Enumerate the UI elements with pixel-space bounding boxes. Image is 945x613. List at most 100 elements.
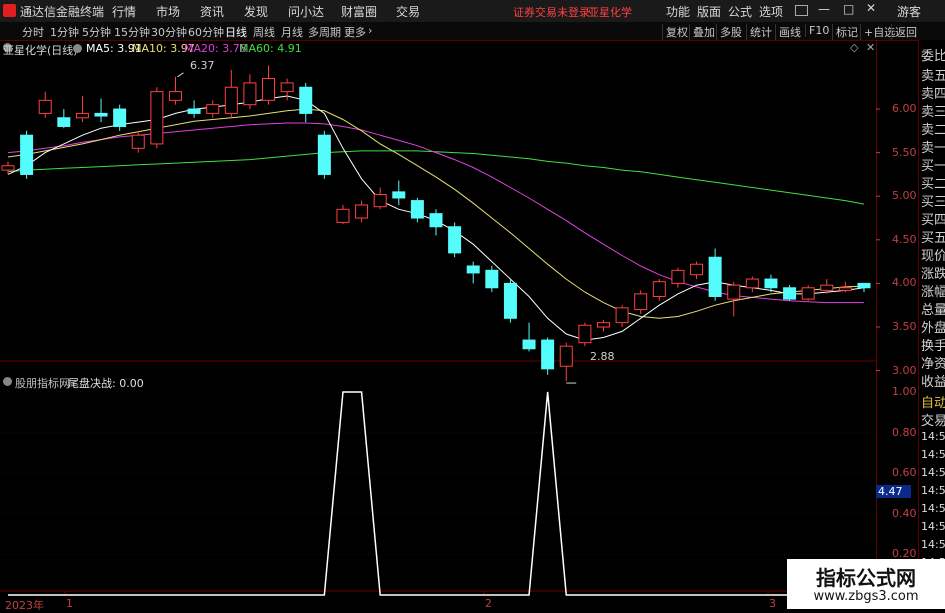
y-tick-label: 3.50 [892, 320, 917, 333]
tab-daily[interactable]: 日线 [225, 24, 247, 40]
tab-1min[interactable]: 1分钟 [50, 24, 79, 40]
current-price-tag: 4.47 [876, 485, 911, 498]
side-item-price: 现价 [921, 249, 945, 264]
menu-item-ask[interactable]: 问小达 [288, 3, 324, 20]
restore-rights-button[interactable]: 复权 [662, 24, 688, 40]
menu-item-news[interactable]: 资讯 [200, 3, 224, 20]
tick-time: 14:56 [921, 484, 945, 497]
side-item-change: 涨跌 [921, 267, 945, 282]
menu-item-quotes[interactable]: 行情 [112, 3, 136, 20]
ma20-label: MA20: 3.78 [184, 42, 247, 55]
ma-toggle-icon[interactable] [73, 44, 82, 53]
app-title: 通达信金融终端 [20, 5, 105, 19]
y-tick-label: 5.00 [892, 189, 917, 203]
tick-time: 14:56 [921, 538, 945, 551]
candle-body [485, 269, 499, 289]
side-item-auto[interactable]: 自动 [921, 392, 945, 411]
more-chevron-icon[interactable]: › [368, 24, 372, 37]
high-price-label: 6.37 [190, 59, 215, 72]
trade-status[interactable]: 证券交易未登录 [513, 4, 590, 20]
y-tick-label: 4.50 [892, 232, 917, 246]
ma60-label: MA60: 4.91 [239, 42, 302, 55]
menu-item-function[interactable]: 功能 [666, 3, 690, 20]
tab-15min[interactable]: 15分钟 [114, 24, 150, 40]
indicator-line [8, 391, 864, 596]
add-watchlist-button[interactable]: +自选 [860, 24, 895, 40]
candle-body [243, 82, 257, 106]
chart-close-icon[interactable]: ✕ [866, 41, 875, 54]
menu-item-trade[interactable]: 交易 [396, 3, 420, 20]
candle-body [75, 112, 89, 119]
tab-30min[interactable]: 30分钟 [151, 24, 187, 40]
candle-body [94, 112, 108, 117]
indicator-toggle-icon[interactable] [3, 377, 12, 386]
menu-item-options[interactable]: 选项 [759, 3, 783, 20]
candle-body [596, 322, 610, 328]
minimize-icon[interactable]: — [818, 2, 830, 16]
candle-body [317, 134, 331, 175]
candle-body [838, 287, 852, 291]
watermark-url: www.zbgs3.com [813, 589, 919, 604]
side-item-volume: 总量 [921, 303, 945, 318]
app-logo-icon [3, 4, 16, 17]
candle-body [57, 117, 71, 127]
candle-body [262, 78, 276, 101]
tick-time: 14:56 [921, 502, 945, 515]
message-icon[interactable] [795, 5, 808, 16]
close-icon[interactable]: ✕ [866, 1, 876, 15]
overlay-button[interactable]: 叠加 [689, 24, 715, 40]
tab-multi-period[interactable]: 多周期 [308, 24, 341, 40]
draw-line-button[interactable]: 画线 [775, 24, 801, 40]
candle-body [764, 278, 778, 289]
side-item-trade[interactable]: 交易 [921, 410, 945, 429]
candle-body [708, 256, 722, 297]
guest-label[interactable]: 游客 [897, 3, 921, 20]
side-item-bid-ratio: 委比 [921, 49, 945, 64]
chart-settings-icon[interactable]: ◇ [850, 41, 858, 54]
menu-item-layout[interactable]: 版面 [697, 3, 721, 20]
menu-item-formula[interactable]: 公式 [728, 3, 752, 20]
side-item-net-asset: 净资 [921, 357, 945, 372]
statistics-button[interactable]: 统计 [746, 24, 772, 40]
tab-monthly[interactable]: 月线 [281, 24, 303, 40]
f10-button[interactable]: F10 [805, 24, 829, 37]
chart-stock-title: 亚星化学(日线) [3, 44, 78, 57]
multi-stock-button[interactable]: 多股 [716, 24, 742, 40]
y-tick-label: 5.50 [892, 145, 917, 159]
tab-5min[interactable]: 5分钟 [82, 24, 111, 40]
tab-intraday[interactable]: 分时 [22, 24, 44, 40]
candle-body [801, 287, 815, 300]
side-item-change-pct: 涨幅 [921, 285, 945, 300]
candle-body [652, 281, 666, 297]
candle-body [113, 108, 127, 127]
y-tick-label: 3.00 [892, 363, 917, 377]
candle-body [299, 86, 313, 114]
indicator-y-tick-label: 0.60 [892, 466, 917, 480]
side-item-bid3: 买三 [921, 195, 945, 210]
menu-item-discover[interactable]: 发现 [244, 3, 268, 20]
mark-button[interactable]: 标记 [832, 24, 858, 40]
candle-body [224, 86, 238, 114]
candle-body [690, 263, 704, 276]
candle-body [336, 208, 350, 223]
tab-more[interactable]: 更多 [344, 24, 366, 40]
low-price-label: 2.88 [590, 350, 615, 363]
tab-60min[interactable]: 60分钟 [188, 24, 224, 40]
side-item-ask3: 卖三 [921, 105, 945, 120]
menu-item-wealth[interactable]: 财富圈 [341, 3, 377, 20]
kline-chart[interactable] [0, 40, 918, 609]
candle-body [206, 104, 220, 114]
tab-weekly[interactable]: 周线 [253, 24, 275, 40]
candle-body [857, 282, 871, 289]
back-button[interactable]: 返回 [891, 24, 917, 40]
watermark-logo: 指标公式网 www.zbgs3.com [787, 559, 945, 609]
side-item-outer: 外盘 [921, 321, 945, 336]
menu-item-market[interactable]: 市场 [156, 3, 180, 20]
tick-time: 14:56 [921, 520, 945, 533]
side-item-bid4: 买四 [921, 213, 945, 228]
candle-body [20, 134, 34, 175]
side-item-bid1: 买一 [921, 159, 945, 174]
maximize-icon[interactable]: □ [843, 2, 854, 16]
candle-body [578, 324, 592, 344]
time-axis-month-1: 1 [66, 597, 73, 610]
